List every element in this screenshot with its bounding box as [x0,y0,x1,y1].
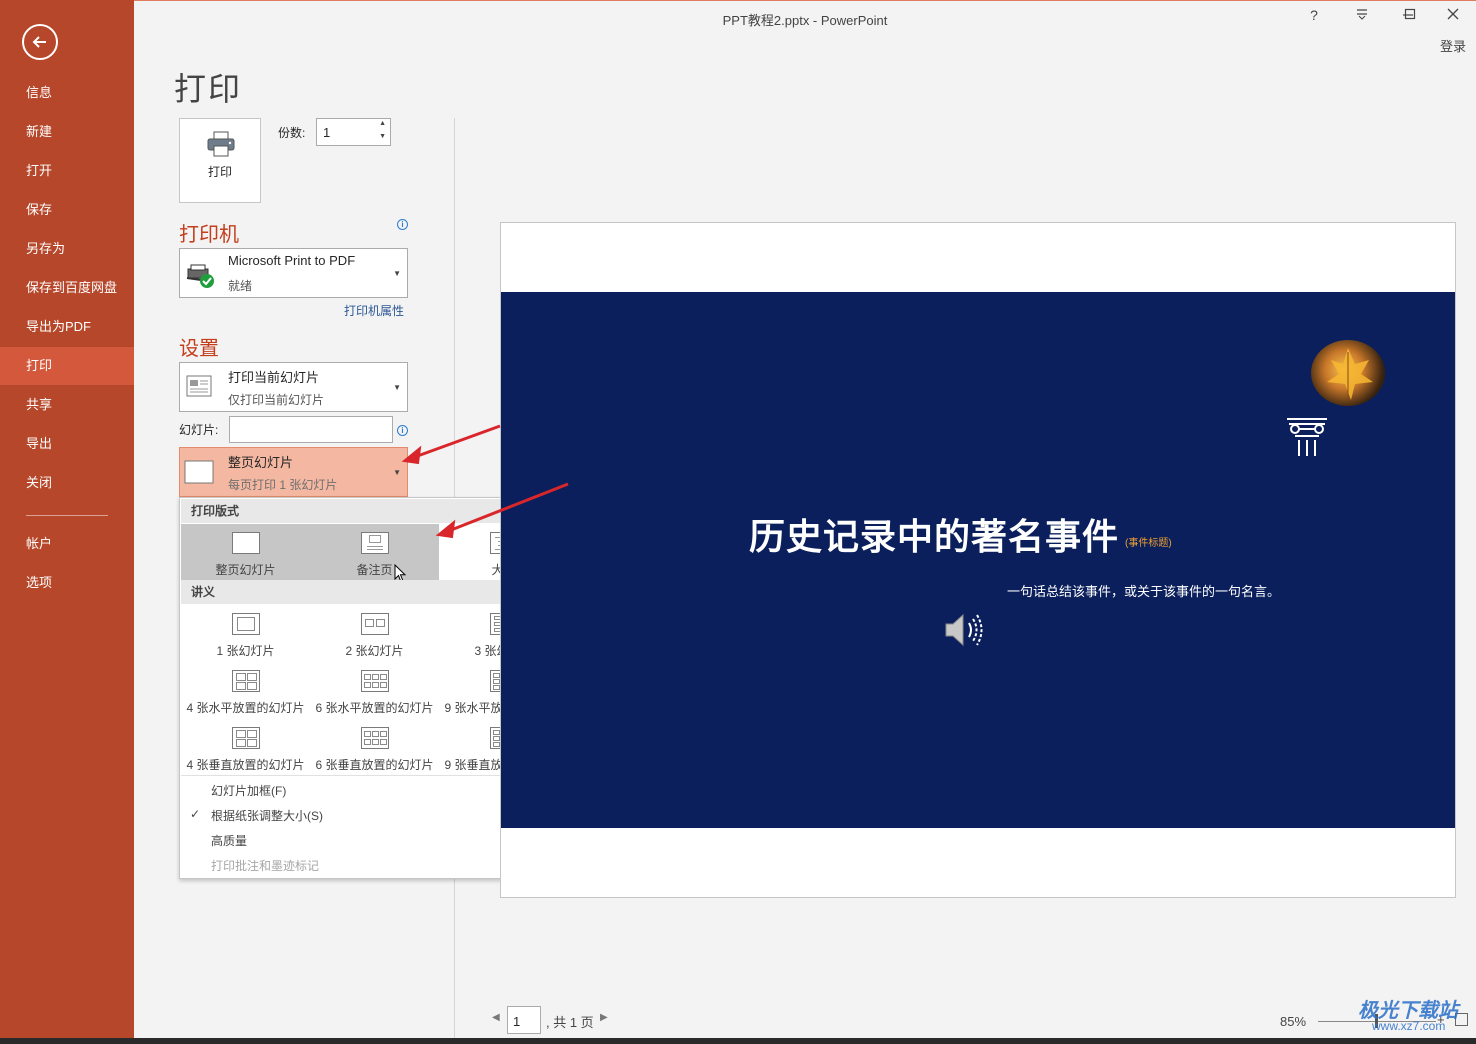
next-page-icon[interactable]: ▶ [600,1012,608,1023]
taskbar-edge [0,1038,1476,1044]
prev-page-icon[interactable]: ◀ [492,1012,500,1023]
watermark-url: www.xz7.com [1372,1019,1446,1033]
page-total: , 共 1 页 [546,1015,594,1030]
page-number-input[interactable]: 1 [507,1006,541,1034]
annotation-arrows [401,424,569,539]
zoom-level: 85% [1280,1014,1307,1029]
